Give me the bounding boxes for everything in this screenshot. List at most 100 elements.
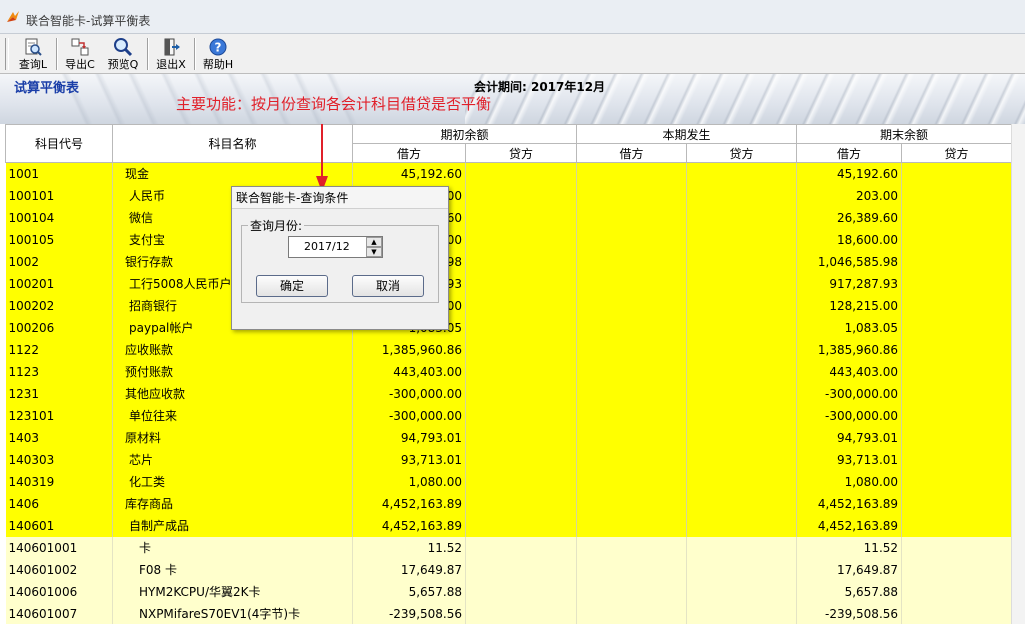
table-row[interactable]: 100202招商银行128,215.00128,215.00: [5, 294, 1011, 317]
current-debit-cell: [576, 316, 688, 339]
annotation-arrow: [316, 124, 328, 192]
preview-button[interactable]: 预览Q: [102, 36, 144, 72]
current-credit-cell: [686, 558, 798, 581]
table-row[interactable]: 1403 原材料 94,793.01 94,793.01: [5, 426, 1011, 449]
current-debit-cell: [576, 404, 688, 427]
account-name-cell: 单位往来: [112, 404, 353, 427]
table-row[interactable]: 140601002 F08 卡 17,649.87 17,649.87: [5, 558, 1011, 581]
table-row[interactable]: 1122 应收账款 1,385,960.86 1,385,960.86: [5, 338, 1011, 361]
closing-debit-cell: 1,080.00: [796, 470, 903, 493]
table-row[interactable]: 140303 芯片 93,713.01 93,713.01: [5, 448, 1011, 471]
account-code-cell: 100105: [5, 228, 113, 251]
opening-debit-cell: 45,192.60: [352, 162, 466, 185]
account-name-cell: 原材料: [112, 426, 353, 449]
cancel-button[interactable]: 取消: [352, 275, 424, 297]
table-row[interactable]: 1231 其他应收款 -300,000.00 -300,000.00: [5, 382, 1011, 405]
title-bar: 联合智能卡-试算平衡表: [0, 0, 1025, 34]
current-credit-cell: [686, 470, 798, 493]
account-name-cell: 自制产成品: [112, 514, 353, 537]
toolbar-grip[interactable]: [5, 38, 9, 70]
opening-credit-cell: [465, 426, 578, 449]
current-debit-cell: [576, 602, 688, 624]
account-code-cell: 1403: [5, 426, 113, 449]
table-row[interactable]: 140601001 卡 11.52 11.52: [5, 536, 1011, 559]
opening-credit-cell: [465, 492, 578, 515]
opening-credit-cell: [465, 184, 578, 207]
opening-debit-cell: 5,657.88: [352, 580, 466, 603]
opening-credit-cell: [465, 294, 578, 317]
spinner-down-icon[interactable]: ▼: [366, 247, 382, 257]
current-debit-cell: [576, 382, 688, 405]
closing-debit-cell: 1,385,960.86: [796, 338, 903, 361]
export-button-label: 导出C: [65, 58, 95, 71]
column-header-closing-debit[interactable]: 借方: [796, 143, 903, 163]
table-row[interactable]: 123101 单位往来 -300,000.00 -300,000.00: [5, 404, 1011, 427]
closing-debit-cell: 5,657.88: [796, 580, 903, 603]
dialog-title[interactable]: 联合智能卡-查询条件: [232, 187, 448, 209]
closing-credit-cell: [901, 316, 1011, 339]
current-credit-cell: [686, 184, 798, 207]
table-row[interactable]: 100101人民币203.00203.00: [5, 184, 1011, 207]
account-code-cell: 140601: [5, 514, 113, 537]
table-row[interactable]: 1406 库存商品 4,452,163.89 4,452,163.89: [5, 492, 1011, 515]
current-debit-cell: [576, 470, 688, 493]
toolbar-separator: [147, 38, 149, 70]
vertical-scrollbar[interactable]: [1011, 124, 1025, 624]
account-code-cell: 100101: [5, 184, 113, 207]
account-name-cell: 其他应收款: [112, 382, 353, 405]
query-month-value[interactable]: 2017/12: [304, 240, 350, 253]
table-row[interactable]: 1002银行存款1,046,585.981,046,585.98: [5, 250, 1011, 273]
current-credit-cell: [686, 602, 798, 624]
closing-debit-cell: 4,452,163.89: [796, 514, 903, 537]
closing-debit-cell: 26,389.60: [796, 206, 903, 229]
help-button[interactable]: ? 帮助H: [197, 36, 239, 72]
closing-credit-cell: [901, 558, 1011, 581]
closing-debit-cell: 94,793.01: [796, 426, 903, 449]
closing-debit-cell: 4,452,163.89: [796, 492, 903, 515]
closing-credit-cell: [901, 426, 1011, 449]
query-button[interactable]: 查询L: [12, 36, 54, 72]
opening-debit-cell: 11.52: [352, 536, 466, 559]
table-row[interactable]: 100104微信26,389.6026,389.60: [5, 206, 1011, 229]
closing-credit-cell: [901, 228, 1011, 251]
table-row[interactable]: 140601 自制产成品 4,452,163.89 4,452,163.89: [5, 514, 1011, 537]
account-code-cell: 1406: [5, 492, 113, 515]
table-row[interactable]: 100206paypal帐户1,083.051,083.05: [5, 316, 1011, 339]
export-icon: [71, 38, 89, 56]
trial-balance-grid[interactable]: 科目代号 科目名称 期初余额 本期发生 期末余额 借方 贷方 借方 贷方 借方 …: [5, 124, 1011, 624]
column-header-current-credit[interactable]: 贷方: [686, 143, 798, 163]
current-debit-cell: [576, 580, 688, 603]
current-credit-cell: [686, 404, 798, 427]
spinner-up-icon[interactable]: ▲: [366, 237, 382, 247]
closing-credit-cell: [901, 580, 1011, 603]
table-row[interactable]: 140601006 HYM2KCPU/华翼2K卡 5,657.88 5,657.88: [5, 580, 1011, 603]
opening-debit-cell: -300,000.00: [352, 404, 466, 427]
column-header-current-debit[interactable]: 借方: [576, 143, 688, 163]
opening-debit-cell: 1,385,960.86: [352, 338, 466, 361]
table-row[interactable]: 1123 预付账款 443,403.00 443,403.00: [5, 360, 1011, 383]
export-button[interactable]: 导出C: [59, 36, 101, 72]
ok-button[interactable]: 确定: [256, 275, 328, 297]
column-header-closing-credit[interactable]: 贷方: [901, 143, 1011, 163]
report-title: 试算平衡表: [14, 81, 80, 96]
current-credit-cell: [686, 536, 798, 559]
table-row[interactable]: 100105支付宝18,600.0018,600.00: [5, 228, 1011, 251]
current-debit-cell: [576, 206, 688, 229]
exit-button[interactable]: 退出X: [150, 36, 192, 72]
query-month-spinner[interactable]: 2017/12 ▲ ▼: [288, 236, 383, 258]
table-row[interactable]: 1001 现金 45,192.60 45,192.60: [5, 162, 1011, 185]
column-header-opening-credit[interactable]: 贷方: [464, 143, 578, 163]
account-code-cell: 100202: [5, 294, 113, 317]
table-row[interactable]: 100201工行5008人民币户917,287.93917,287.93: [5, 272, 1011, 295]
closing-credit-cell: [901, 294, 1011, 317]
closing-credit-cell: [901, 162, 1011, 185]
table-row[interactable]: 140601007 NXPMifareS70EV1(4字节)卡 -239,508.5…: [5, 602, 1011, 624]
column-header-opening-debit[interactable]: 借方: [352, 143, 466, 163]
column-header-code[interactable]: 科目代号: [5, 124, 113, 163]
current-credit-cell: [686, 426, 798, 449]
closing-credit-cell: [901, 448, 1011, 471]
table-row[interactable]: 140319 化工类 1,080.00 1,080.00: [5, 470, 1011, 493]
closing-debit-cell: 443,403.00: [796, 360, 903, 383]
closing-debit-cell: 11.52: [796, 536, 903, 559]
opening-credit-cell: [465, 272, 578, 295]
